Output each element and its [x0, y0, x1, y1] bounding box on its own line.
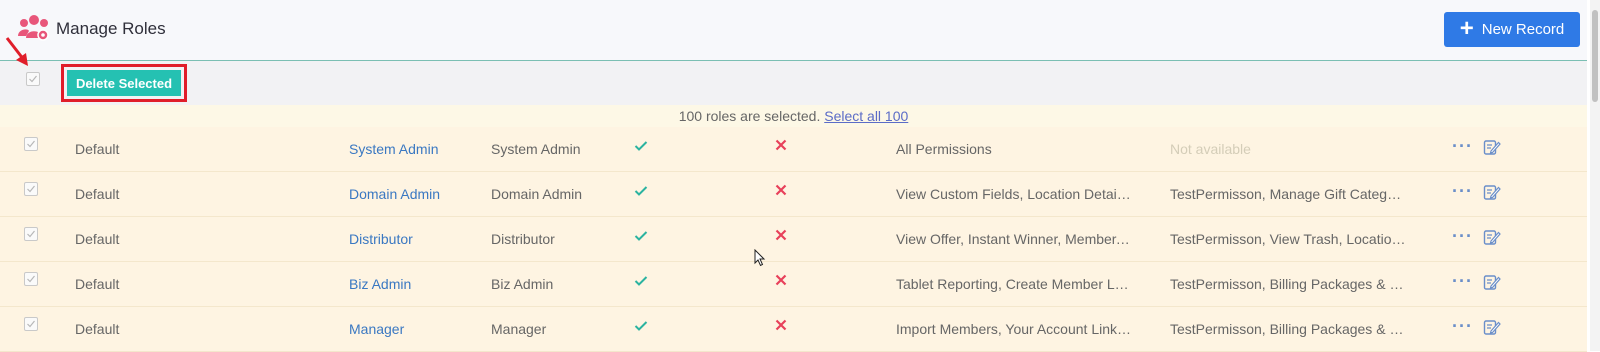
permissions-list: View Custom Fields, Location Details, Ma… [896, 186, 1131, 202]
row-checkbox[interactable] [24, 137, 38, 151]
close-icon [775, 229, 787, 241]
role-name-link[interactable]: Domain Admin [349, 186, 479, 202]
more-actions-icon[interactable]: ··· [1452, 227, 1473, 245]
edit-icon[interactable] [1483, 318, 1501, 336]
extra-permissions: Not available [1170, 141, 1251, 157]
role-type: Default [75, 231, 120, 247]
mouse-cursor-icon [754, 249, 766, 267]
table-row: Default Domain Admin Domain Admin View C… [0, 172, 1587, 217]
more-actions-icon[interactable]: ··· [1452, 182, 1473, 200]
check-icon [634, 231, 648, 241]
role-name-link[interactable]: Distributor [349, 231, 479, 247]
role-display-name: Domain Admin [491, 186, 583, 202]
role-display-name: System Admin [491, 141, 581, 157]
delete-selected-highlight: Delete Selected [61, 64, 187, 102]
edit-icon[interactable] [1483, 183, 1501, 201]
role-type: Default [75, 186, 120, 202]
table-row: Default Manager Manager Import Members, … [0, 307, 1587, 352]
extra-permissions: TestPermisson, Billing Packages & Billin… [1170, 321, 1406, 337]
permissions-list: Tablet Reporting, Create Member List, Re… [896, 276, 1131, 292]
bulk-action-toolbar [0, 61, 1587, 105]
close-icon [775, 274, 787, 286]
new-record-button[interactable]: + New Record [1444, 12, 1580, 47]
more-actions-icon[interactable]: ··· [1452, 317, 1473, 335]
page-title: Manage Roles [56, 19, 166, 38]
permissions-list: Import Members, Your Account Link, Repor… [896, 321, 1131, 337]
check-icon [634, 141, 648, 151]
table-row: Default Distributor Distributor View Off… [0, 217, 1587, 262]
row-checkbox[interactable] [24, 272, 38, 286]
edit-icon[interactable] [1483, 138, 1501, 156]
permissions-list: All Permissions [896, 141, 992, 157]
role-display-name: Manager [491, 321, 547, 337]
plus-icon: + [1459, 14, 1474, 42]
vertical-scrollbar[interactable] [1590, 0, 1600, 351]
extra-permissions: TestPermisson, Billing Packages & Billin… [1170, 276, 1406, 292]
edit-icon[interactable] [1483, 273, 1501, 291]
permissions-list: View Offer, Instant Winner, Member, Repo… [896, 231, 1131, 247]
selection-banner: 100 roles are selected. Select all 100 [0, 105, 1587, 127]
close-icon [775, 184, 787, 196]
extra-permissions: TestPermisson, Manage Gift Categories [1170, 186, 1406, 202]
role-type: Default [75, 321, 120, 337]
role-display-name: Biz Admin [491, 276, 554, 292]
more-actions-icon[interactable]: ··· [1452, 137, 1473, 155]
role-type: Default [75, 141, 120, 157]
check-icon [634, 186, 648, 196]
close-icon [775, 319, 787, 331]
role-type: Default [75, 276, 120, 292]
table-row: Default System Admin System Admin All Pe… [0, 127, 1587, 172]
row-checkbox[interactable] [24, 182, 38, 196]
select-all-checkbox[interactable] [26, 72, 40, 86]
row-checkbox[interactable] [24, 227, 38, 241]
extra-permissions: TestPermisson, View Trash, Location Deta… [1170, 231, 1406, 247]
check-icon [634, 276, 648, 286]
select-all-link[interactable]: Select all 100 [824, 108, 908, 124]
new-record-label: New Record [1481, 21, 1565, 38]
check-icon [634, 321, 648, 331]
role-name-link[interactable]: System Admin [349, 141, 479, 157]
edit-icon[interactable] [1483, 228, 1501, 246]
delete-selected-button[interactable]: Delete Selected [67, 70, 181, 96]
role-name-link[interactable]: Biz Admin [349, 276, 479, 292]
red-arrow-annotation [5, 37, 28, 66]
role-name-link[interactable]: Manager [349, 321, 479, 337]
more-actions-icon[interactable]: ··· [1452, 272, 1473, 290]
role-display-name: Distributor [491, 231, 555, 247]
close-icon [775, 139, 787, 151]
row-checkbox[interactable] [24, 317, 38, 331]
selection-message: 100 roles are selected. [678, 108, 821, 124]
table-row: Default Biz Admin Biz Admin Tablet Repor… [0, 262, 1587, 307]
page-header: Manage Roles + New Record [0, 0, 1587, 61]
scrollbar-thumb[interactable] [1592, 10, 1598, 102]
